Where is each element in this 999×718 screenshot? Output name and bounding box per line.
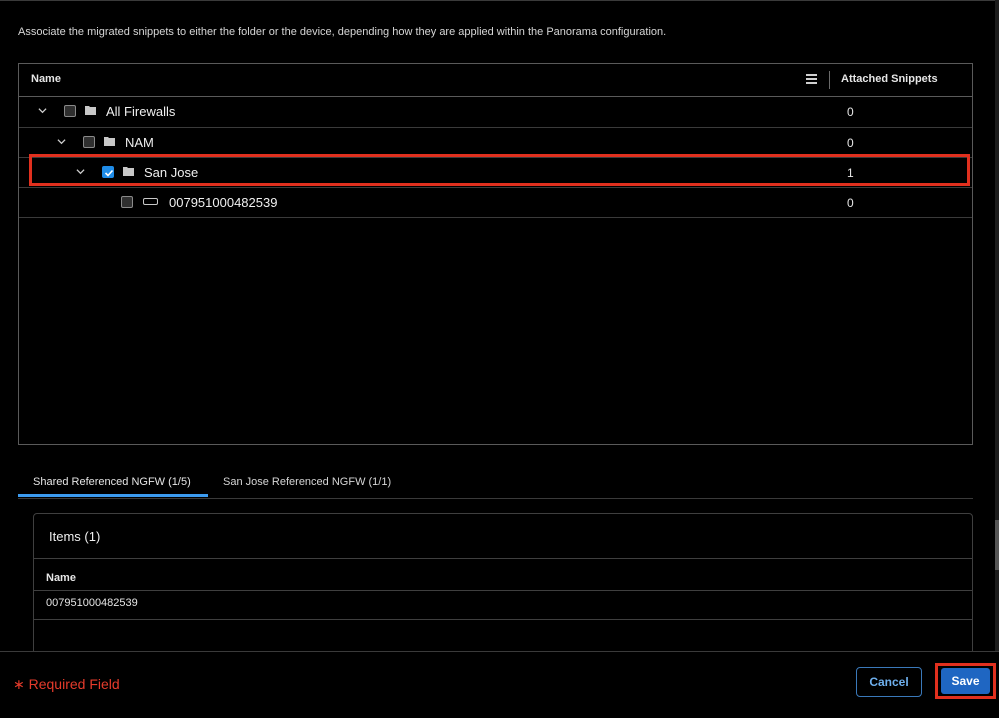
tree-row-label: All Firewalls (106, 104, 176, 119)
item-name: 007951000482539 (46, 597, 138, 609)
dialog-footer: ∗ Required Field Cancel Save (0, 651, 999, 718)
cancel-button[interactable]: Cancel (856, 667, 922, 697)
items-table-header: Name (34, 558, 972, 591)
column-header-attached-snippets[interactable]: Attached Snippets (841, 73, 938, 85)
folder-icon (85, 106, 96, 115)
chevron-down-icon[interactable] (38, 106, 47, 115)
required-field-label: Required Field (28, 676, 120, 692)
tree-row-san-jose[interactable]: San Jose 1 (19, 158, 972, 188)
attached-snippets-count: 0 (847, 196, 854, 210)
folder-tree-table: Name Attached Snippets All Firewalls 0 N… (18, 63, 973, 445)
active-tab-indicator (18, 494, 208, 497)
attached-snippets-count: 0 (847, 136, 854, 150)
table-header: Name Attached Snippets (19, 64, 972, 97)
column-header-name[interactable]: Name (46, 572, 76, 584)
scrollbar-thumb[interactable] (995, 520, 999, 570)
tree-row-label: 007951000482539 (169, 195, 278, 210)
scrollbar-track[interactable] (995, 0, 999, 717)
checkmark-icon (104, 169, 114, 177)
column-resize-handle[interactable] (829, 71, 830, 89)
referenced-ngfw-tabs: Shared Referenced NGFW (1/5) San Jose Re… (18, 470, 973, 499)
tree-row-all-firewalls[interactable]: All Firewalls 0 (19, 97, 972, 128)
chevron-down-icon[interactable] (76, 167, 85, 176)
checkbox-nam[interactable] (83, 136, 95, 148)
attached-snippets-count: 1 (847, 166, 854, 180)
top-divider (0, 0, 999, 1)
folder-icon (104, 137, 115, 146)
attached-snippets-count: 0 (847, 105, 854, 119)
chevron-down-icon[interactable] (57, 137, 66, 146)
checkbox-san-jose[interactable] (102, 166, 114, 178)
tree-row-nam[interactable]: NAM 0 (19, 128, 972, 158)
firewall-device-icon (143, 198, 158, 205)
column-header-name[interactable]: Name (31, 73, 61, 85)
tree-row-device[interactable]: 007951000482539 0 (19, 188, 972, 218)
column-menu-icon[interactable] (806, 74, 817, 86)
tab-san-jose-referenced-ngfw[interactable]: San Jose Referenced NGFW (1/1) (223, 476, 391, 488)
instruction-text: Associate the migrated snippets to eithe… (18, 26, 667, 38)
save-button[interactable]: Save (941, 668, 990, 694)
folder-icon (123, 167, 134, 176)
items-title: Items (1) (49, 529, 101, 544)
table-row[interactable]: 007951000482539 (34, 590, 972, 620)
checkbox-device[interactable] (121, 196, 133, 208)
required-field-note: ∗ Required Field (13, 676, 120, 693)
tree-row-label: San Jose (144, 165, 199, 180)
items-panel: Items (1) Name 007951000482539 (33, 513, 973, 663)
tab-shared-referenced-ngfw[interactable]: Shared Referenced NGFW (1/5) (33, 476, 191, 488)
asterisk-icon: ∗ (13, 676, 29, 692)
tree-row-label: NAM (125, 135, 154, 150)
checkbox-all-firewalls[interactable] (64, 105, 76, 117)
